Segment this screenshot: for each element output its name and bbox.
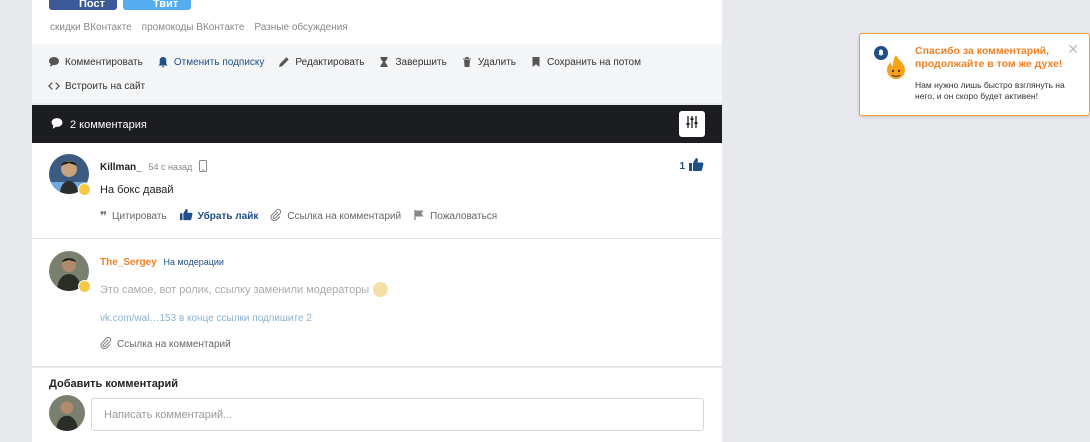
facebook-share-button[interactable]: Пост — [49, 0, 117, 10]
comment-time: 54 с назад — [148, 162, 193, 173]
close-icon[interactable]: ✕ — [1067, 41, 1079, 58]
paperclip-icon — [100, 336, 112, 352]
comment-item: Killman_ 54 с назад 1 На бокс давай ❞ Ци… — [32, 143, 722, 239]
tag-item[interactable]: промокоды ВКонтакте — [142, 22, 245, 33]
twitter-share-button[interactable]: Твит — [123, 0, 191, 10]
comments-count: 2 комментария — [70, 119, 147, 131]
edit-button[interactable]: Редактировать — [278, 53, 364, 71]
notification-toast: Спасибо за комментарий, продолжайте в то… — [859, 33, 1090, 116]
comment-item: The_Sergey На модерации Это самое, вот р… — [32, 239, 722, 367]
finish-button[interactable]: Завершить — [378, 53, 447, 71]
embed-button[interactable]: Встроить на сайт — [48, 77, 145, 95]
add-comment-section: Добавить комментарий — [32, 368, 722, 442]
save-later-button[interactable]: Сохранить на потом — [530, 53, 641, 71]
thumbs-up-icon — [688, 157, 704, 175]
moderation-status: На модерации — [163, 257, 224, 267]
unsubscribe-button[interactable]: Отменить подписку — [157, 53, 264, 71]
comment-link-button[interactable]: Ссылка на комментарий — [100, 336, 231, 352]
quote-button[interactable]: ❞ Цитировать — [100, 208, 167, 224]
toast-body: Нам нужно лишь быстро взглянуть на него,… — [915, 80, 1065, 101]
speech-bubble-icon — [48, 56, 60, 68]
quote-icon: ❞ — [100, 209, 108, 223]
tag-item[interactable]: Разные обсуждения — [254, 22, 347, 33]
hourglass-icon — [378, 56, 390, 68]
mobile-icon — [199, 160, 208, 175]
flame-mascot-icon — [883, 54, 909, 87]
comment-text: На бокс давай — [100, 184, 174, 196]
post-footer: Пост Твит скидки ВКонтакте промокоды ВКо… — [32, 0, 722, 44]
add-comment-title: Добавить комментарий — [49, 378, 179, 390]
sort-filter-button[interactable] — [679, 111, 705, 137]
main-column: Пост Твит скидки ВКонтакте промокоды ВКо… — [32, 0, 722, 442]
comment-author[interactable]: The_Sergey — [100, 257, 157, 268]
like-counter[interactable]: 1 — [679, 157, 704, 175]
thumbs-up-icon — [179, 208, 193, 224]
emoji-icon — [373, 282, 389, 297]
tag-list: скидки ВКонтакте промокоды ВКонтакте Раз… — [50, 22, 348, 33]
rank-badge — [78, 183, 91, 196]
comment-button[interactable]: Комментировать — [48, 53, 143, 71]
trash-icon — [461, 56, 473, 68]
bell-icon — [157, 56, 169, 68]
tag-item[interactable]: скидки ВКонтакте — [50, 22, 132, 33]
paperclip-icon — [270, 208, 282, 224]
code-icon — [48, 80, 60, 92]
flag-icon — [413, 209, 425, 224]
comment-link-text[interactable]: vk.com/wal…153 в конце ссылки подпишите … — [100, 313, 312, 324]
pencil-icon — [278, 56, 290, 68]
report-button[interactable]: Пожаловаться — [413, 208, 497, 224]
sliders-icon — [685, 115, 699, 134]
comment-link-button[interactable]: Ссылка на комментарий — [270, 208, 401, 224]
speech-bubble-icon — [50, 117, 64, 133]
comment-text: Это самое, вот ролик, ссылку заменили мо… — [100, 283, 370, 296]
delete-button[interactable]: Удалить — [461, 53, 516, 71]
rank-badge — [78, 280, 91, 293]
comments-header: 2 комментария — [32, 105, 722, 143]
unlike-button[interactable]: Убрать лайк — [179, 208, 258, 224]
comment-input[interactable] — [91, 398, 704, 431]
bookmark-icon — [530, 56, 542, 68]
toast-title: Спасибо за комментарий, продолжайте в то… — [915, 45, 1063, 70]
comment-author[interactable]: Killman_ — [100, 162, 142, 173]
post-actions: Комментировать Отменить подписку Редакти… — [32, 44, 722, 104]
avatar — [49, 395, 85, 431]
